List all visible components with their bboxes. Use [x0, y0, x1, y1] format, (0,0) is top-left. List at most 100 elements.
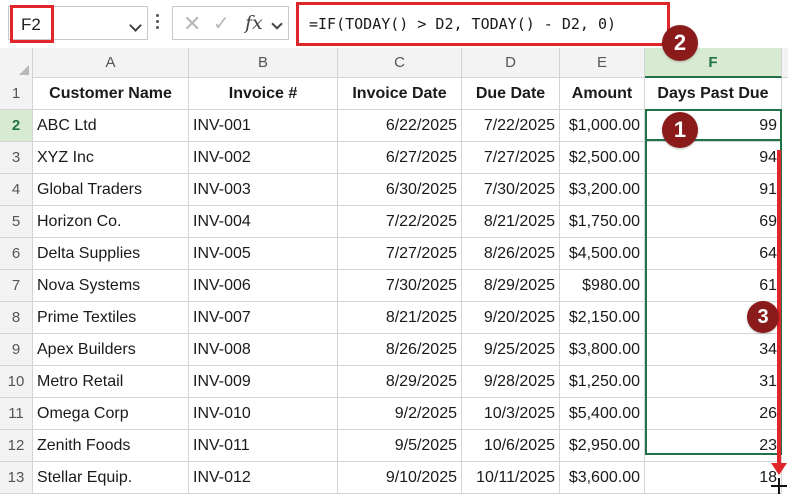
row-header-12[interactable]: 12 [0, 430, 33, 462]
table-cell-customer[interactable]: Global Traders [33, 174, 189, 206]
table-cell-customer[interactable]: Delta Supplies [33, 238, 189, 270]
table-cell-amount[interactable]: $980.00 [560, 270, 645, 302]
table-cell-invoice-date[interactable]: 6/30/2025 [338, 174, 462, 206]
row-header-2[interactable]: 2 [0, 110, 33, 142]
table-cell-due-date[interactable]: 9/28/2025 [462, 366, 560, 398]
table-cell-customer[interactable]: Apex Builders [33, 334, 189, 366]
table-cell-invoice[interactable]: INV-008 [189, 334, 338, 366]
table-cell-customer[interactable]: ABC Ltd [33, 110, 189, 142]
table-cell-invoice[interactable]: INV-005 [189, 238, 338, 270]
table-cell-days[interactable]: 61 [645, 270, 782, 302]
table-cell-invoice[interactable]: INV-003 [189, 174, 338, 206]
header-cell-invoice-date[interactable]: Invoice Date [338, 78, 462, 110]
row-header-6[interactable]: 6 [0, 238, 33, 270]
header-cell-days[interactable]: Days Past Due [645, 78, 782, 110]
table-cell-invoice[interactable]: INV-011 [189, 430, 338, 462]
row-header-4[interactable]: 4 [0, 174, 33, 206]
formula-input[interactable]: =IF(TODAY() > D2, TODAY() - D2, 0) [296, 2, 670, 46]
table-cell-days[interactable]: 31 [645, 366, 782, 398]
table-cell-due-date[interactable]: 8/21/2025 [462, 206, 560, 238]
column-header-e[interactable]: E [560, 48, 645, 78]
table-cell-amount[interactable]: $1,750.00 [560, 206, 645, 238]
table-cell-due-date[interactable]: 9/20/2025 [462, 302, 560, 334]
table-cell-invoice-date[interactable]: 7/22/2025 [338, 206, 462, 238]
check-icon[interactable]: ✓ [213, 14, 231, 34]
fill-handle-cursor-icon[interactable] [771, 478, 787, 494]
table-cell-invoice[interactable]: INV-012 [189, 462, 338, 494]
table-cell-invoice-date[interactable]: 9/5/2025 [338, 430, 462, 462]
table-cell-days[interactable]: 26 [645, 398, 782, 430]
row-header-9[interactable]: 9 [0, 334, 33, 366]
table-cell-due-date[interactable]: 10/11/2025 [462, 462, 560, 494]
row-header-3[interactable]: 3 [0, 142, 33, 174]
table-cell-invoice[interactable]: INV-001 [189, 110, 338, 142]
table-cell-days[interactable]: 64 [645, 238, 782, 270]
table-cell-invoice[interactable]: INV-006 [189, 270, 338, 302]
table-cell-days[interactable]: 18 [645, 462, 782, 494]
table-cell-days[interactable]: 91 [645, 174, 782, 206]
table-cell-customer[interactable]: XYZ Inc [33, 142, 189, 174]
table-cell-invoice[interactable]: INV-009 [189, 366, 338, 398]
table-cell-invoice-date[interactable]: 9/10/2025 [338, 462, 462, 494]
table-cell-invoice-date[interactable]: 8/29/2025 [338, 366, 462, 398]
table-cell-invoice-date[interactable]: 6/27/2025 [338, 142, 462, 174]
table-cell-invoice[interactable]: INV-004 [189, 206, 338, 238]
column-header-c[interactable]: C [338, 48, 462, 78]
table-cell-invoice-date[interactable]: 8/21/2025 [338, 302, 462, 334]
column-header-b[interactable]: B [189, 48, 338, 78]
table-cell-invoice-date[interactable]: 6/22/2025 [338, 110, 462, 142]
table-cell-amount[interactable]: $3,600.00 [560, 462, 645, 494]
table-cell-amount[interactable]: $1,000.00 [560, 110, 645, 142]
table-cell-invoice-date[interactable]: 7/27/2025 [338, 238, 462, 270]
row-header-1[interactable]: 1 [0, 78, 33, 110]
table-cell-due-date[interactable]: 10/6/2025 [462, 430, 560, 462]
table-cell-due-date[interactable]: 10/3/2025 [462, 398, 560, 430]
table-cell-invoice-date[interactable]: 7/30/2025 [338, 270, 462, 302]
table-cell-due-date[interactable]: 9/25/2025 [462, 334, 560, 366]
chevron-down-icon[interactable] [129, 19, 142, 32]
table-cell-amount[interactable]: $3,800.00 [560, 334, 645, 366]
table-cell-invoice[interactable]: INV-002 [189, 142, 338, 174]
table-cell-due-date[interactable]: 7/22/2025 [462, 110, 560, 142]
table-cell-amount[interactable]: $1,250.00 [560, 366, 645, 398]
select-all-button[interactable] [0, 48, 33, 78]
more-options-icon[interactable] [155, 14, 161, 36]
cancel-icon[interactable]: ✕ [183, 13, 201, 35]
table-cell-customer[interactable]: Prime Textiles [33, 302, 189, 334]
table-cell-days[interactable]: 34 [645, 334, 782, 366]
column-header-d[interactable]: D [462, 48, 560, 78]
table-cell-invoice[interactable]: INV-007 [189, 302, 338, 334]
table-cell-due-date[interactable]: 7/27/2025 [462, 142, 560, 174]
column-header-a[interactable]: A [33, 48, 189, 78]
insert-function-icon[interactable]: fx [245, 12, 263, 34]
table-cell-customer[interactable]: Horizon Co. [33, 206, 189, 238]
header-cell-customer[interactable]: Customer Name [33, 78, 189, 110]
table-cell-amount[interactable]: $2,500.00 [560, 142, 645, 174]
row-header-10[interactable]: 10 [0, 366, 33, 398]
header-cell-invoice[interactable]: Invoice # [189, 78, 338, 110]
row-header-7[interactable]: 7 [0, 270, 33, 302]
table-cell-customer[interactable]: Omega Corp [33, 398, 189, 430]
table-cell-days[interactable]: 69 [645, 206, 782, 238]
header-cell-amount[interactable]: Amount [560, 78, 645, 110]
table-cell-amount[interactable]: $4,500.00 [560, 238, 645, 270]
table-cell-due-date[interactable]: 8/29/2025 [462, 270, 560, 302]
table-cell-customer[interactable]: Stellar Equip. [33, 462, 189, 494]
row-header-8[interactable]: 8 [0, 302, 33, 334]
table-cell-days[interactable]: 94 [645, 142, 782, 174]
table-cell-customer[interactable]: Zenith Foods [33, 430, 189, 462]
chevron-down-icon[interactable] [271, 18, 283, 30]
row-header-13[interactable]: 13 [0, 462, 33, 494]
row-header-5[interactable]: 5 [0, 206, 33, 238]
table-cell-amount[interactable]: $2,150.00 [560, 302, 645, 334]
table-cell-customer[interactable]: Nova Systems [33, 270, 189, 302]
table-cell-due-date[interactable]: 8/26/2025 [462, 238, 560, 270]
table-cell-invoice-date[interactable]: 9/2/2025 [338, 398, 462, 430]
table-cell-due-date[interactable]: 7/30/2025 [462, 174, 560, 206]
table-cell-amount[interactable]: $5,400.00 [560, 398, 645, 430]
table-cell-invoice-date[interactable]: 8/26/2025 [338, 334, 462, 366]
table-cell-invoice[interactable]: INV-010 [189, 398, 338, 430]
table-cell-amount[interactable]: $2,950.00 [560, 430, 645, 462]
row-header-11[interactable]: 11 [0, 398, 33, 430]
table-cell-days[interactable]: 23 [645, 430, 782, 462]
